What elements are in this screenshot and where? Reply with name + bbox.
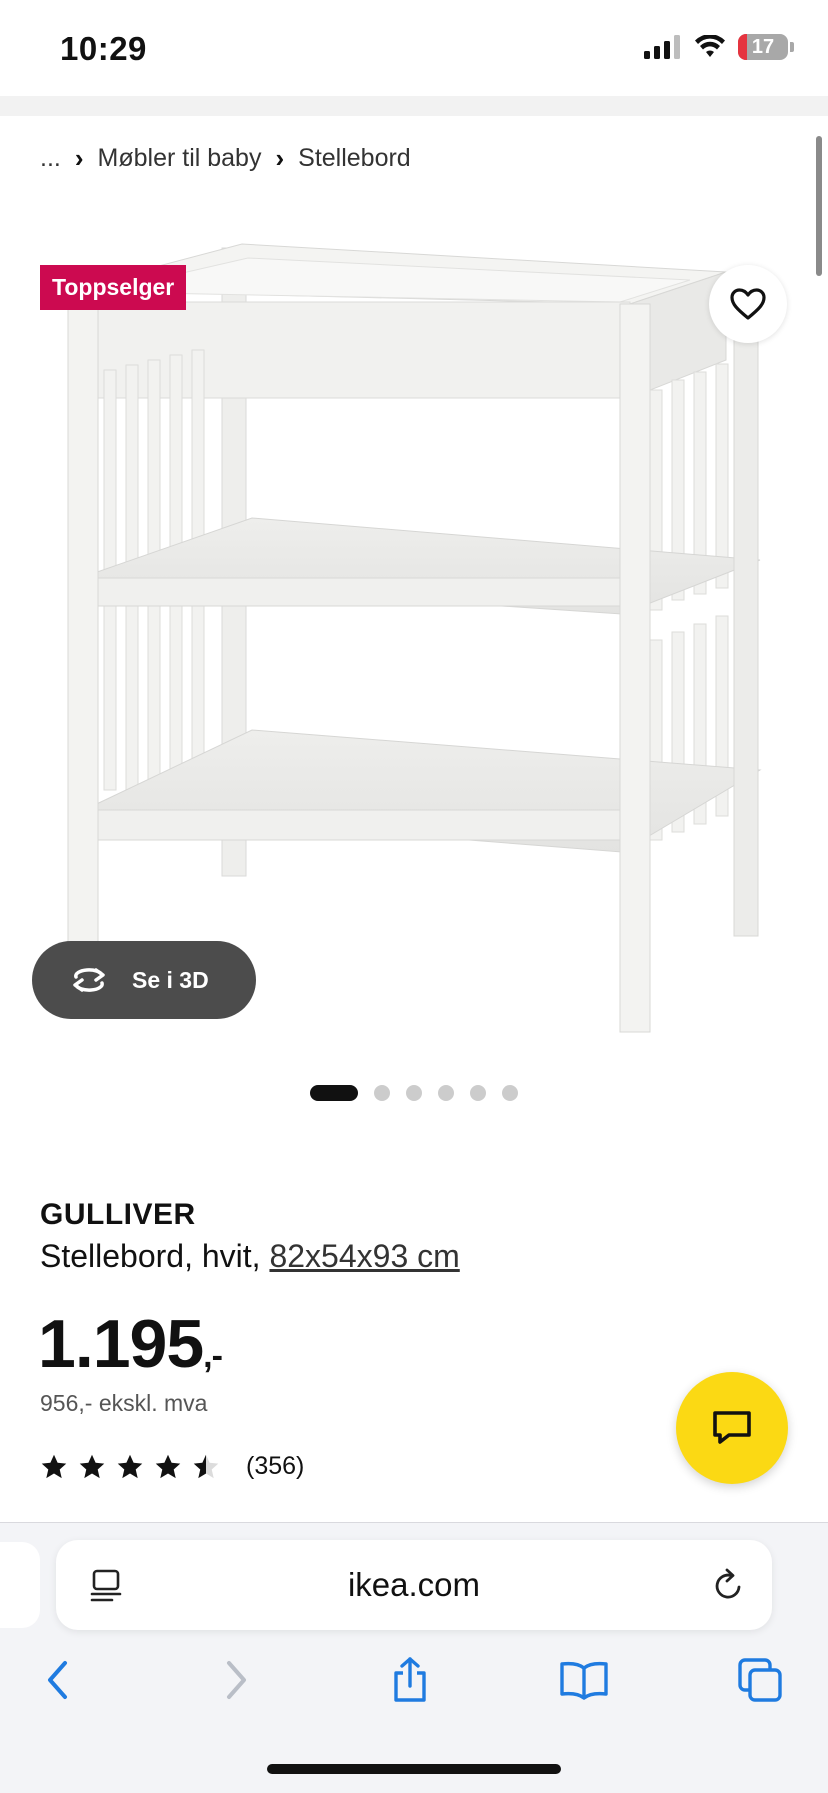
price-main: 1.195 [38,1306,204,1382]
breadcrumb-item-baby-furniture[interactable]: Møbler til baby [98,144,262,173]
back-button[interactable] [28,1652,88,1708]
changing-table-illustration [67,243,762,1033]
half-star-icon [193,1454,219,1478]
carousel-dot[interactable] [502,1085,518,1101]
status-icons: 17 [644,34,794,60]
price-excl-vat: 956,- ekskl. mva [40,1390,208,1416]
tabs-button[interactable] [730,1652,790,1708]
heart-icon [730,288,766,320]
forward-icon [227,1661,246,1699]
view-in-3d-button[interactable]: Se i 3D [32,941,256,1019]
address-url: ikea.com [347,1566,481,1603]
product-type-color: Stellebord, hvit, [40,1238,270,1274]
battery-indicator: 17 [738,34,788,60]
chat-button[interactable] [676,1372,788,1484]
bookmarks-button[interactable] [554,1652,614,1708]
chat-icon [713,1411,751,1444]
top-seller-badge: Toppselger [40,265,187,310]
share-button[interactable] [380,1652,440,1708]
carousel-dot[interactable] [406,1085,422,1101]
carousel-dot[interactable] [374,1085,390,1101]
add-to-favorites-button[interactable] [709,265,787,343]
wifi-icon [695,35,725,57]
carousel-dot[interactable] [470,1085,486,1101]
battery-percent: 17 [751,35,775,58]
product-price: 1.195,- [38,1305,223,1383]
bookmarks-icon [560,1661,608,1700]
view-in-3d-label: Se i 3D [132,966,209,993]
breadcrumb-item-changing-table[interactable]: Stellebord [298,144,411,173]
page-top-divider [0,96,828,116]
carousel-dot[interactable] [310,1085,358,1101]
carousel-dot[interactable] [438,1085,454,1101]
rotate-3d-icon [73,968,105,992]
share-icon [394,1657,426,1702]
breadcrumb: ... › Møbler til baby › Stellebord [40,143,411,174]
price-suffix: ,- [203,1337,223,1375]
star-icon [117,1454,143,1478]
product-dimensions-link[interactable]: 82x54x93 cm [269,1238,459,1274]
tabs-icon [738,1658,782,1702]
star-icon [155,1454,181,1478]
breadcrumb-separator-icon: › [275,143,285,173]
star-icon [79,1454,105,1478]
reload-icon[interactable] [710,1566,746,1604]
address-bar[interactable]: ikea.com [56,1540,772,1630]
signal-icon [644,35,680,59]
previous-tab-preview[interactable] [0,1542,40,1628]
forward-button[interactable] [206,1652,266,1708]
review-count: (356) [246,1452,305,1480]
status-bar: 10:29 17 [0,0,828,96]
back-icon [48,1661,67,1699]
image-carousel-dots [310,1085,518,1101]
star-icon [41,1454,67,1478]
breadcrumb-separator-icon: › [74,143,84,173]
battery-level [738,34,747,60]
product-name: GULLIVER [40,1198,196,1231]
product-description: Stellebord, hvit, 82x54x93 cm [40,1238,460,1275]
breadcrumb-ellipsis[interactable]: ... [40,144,61,173]
home-indicator [267,1764,561,1774]
product-image[interactable] [0,200,828,1060]
product-rating[interactable]: (356) [40,1452,304,1481]
battery-nub [790,42,794,52]
status-time: 10:29 [60,30,147,67]
